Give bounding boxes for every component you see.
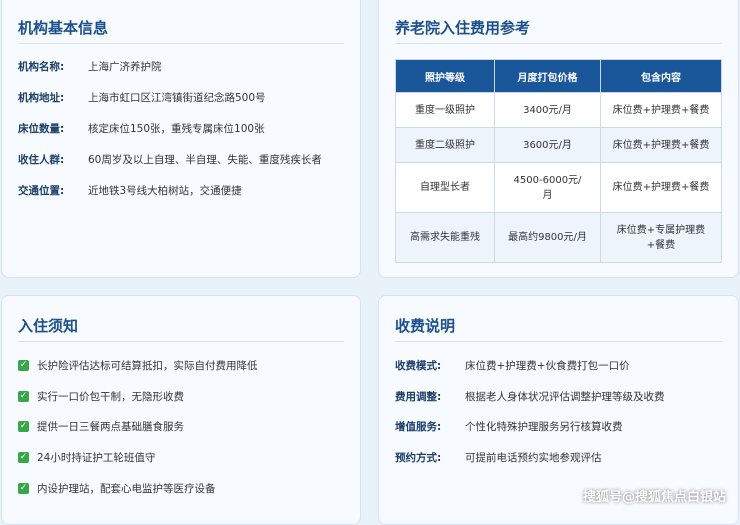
table-cell: 自理型长者 [395, 162, 495, 213]
basic-info-divider [18, 43, 344, 44]
info-value: 60周岁及以上自理、半自理、失能、重度残疾长者 [88, 154, 322, 166]
table-cell: 床位费+护理费+餐费 [600, 127, 722, 163]
info-value: 上海市虹口区江湾镇街道纪念路500号 [88, 92, 266, 104]
info-row-address: 机构地址: 上海市虹口区江湾镇街道纪念路500号 [18, 90, 348, 105]
basic-info-card: 机构基本信息 机构名称: 上海广济养护院 机构地址: 上海市虹口区江湾镇街道纪念… [1, 0, 361, 278]
info-label: 交通位置: [18, 185, 65, 197]
info-value: 床位费+护理费+伙食费打包一口价 [465, 360, 630, 372]
info-label: 机构名称: [18, 61, 65, 73]
admission-notes-divider [18, 341, 344, 342]
list-item-text: 提供一日三餐两点基础膳食服务 [37, 421, 184, 433]
info-label: 收费模式: [395, 360, 442, 372]
checkmark-icon: ✓ [18, 483, 29, 494]
info-label: 费用调整: [395, 391, 442, 403]
info-value: 近地铁3号线大柏树站，交通便捷 [88, 185, 242, 197]
list-item-text: 内设护理站，配套心电监护等医疗设备 [37, 483, 216, 495]
fee-explanation-title: 收费说明 [395, 317, 456, 335]
info-value: 上海广济养护院 [88, 61, 162, 73]
info-value: 核定床位150张，重残专属床位100张 [88, 123, 265, 135]
list-item-text: 实行一口价包干制，无隐形收费 [37, 391, 184, 403]
fee-reference-card: 养老院入住费用参考 照护等级 月度打包价格 包含内容 重度一级照护 3400元/… [378, 0, 739, 278]
fee-table-header: 照护等级 月度打包价格 包含内容 [395, 59, 722, 93]
checkmark-icon: ✓ [18, 452, 29, 463]
table-cell: 最高约9800元/月 [494, 212, 601, 263]
fee-row-booking: 预约方式: 可提前电话预约实地参观评估 [395, 450, 726, 465]
admission-notes-card: 入住须知 ✓ 长护险评估达标可结算抵扣，实际自付费用降低 ✓ 实行一口价包干制，… [1, 295, 361, 525]
info-value: 可提前电话预约实地参观评估 [465, 452, 602, 464]
info-label: 机构地址: [18, 92, 65, 104]
info-label: 增值服务: [395, 421, 442, 433]
fee-reference-divider [395, 43, 722, 44]
fee-reference-title: 养老院入住费用参考 [395, 19, 531, 37]
fee-row-value-added: 增值服务: 个性化特殊护理服务另行核算收费 [395, 419, 726, 434]
info-value: 根据老人身体状况评估调整护理等级及收费 [465, 391, 665, 403]
list-item: ✓ 长护险评估达标可结算抵扣，实际自付费用降低 [18, 358, 258, 373]
list-item: ✓ 提供一日三餐两点基础膳食服务 [18, 419, 184, 434]
column-header-price: 月度打包价格 [494, 59, 601, 93]
list-item-text: 长护险评估达标可结算抵扣，实际自付费用降低 [37, 360, 258, 372]
info-label: 床位数量: [18, 123, 65, 135]
info-row-name: 机构名称: 上海广济养护院 [18, 59, 348, 74]
watermark: 搜狐号@搜狐焦点白银站 [582, 490, 726, 505]
table-cell: 床位费+护理费+餐费 [600, 162, 722, 213]
fee-row-adjustment: 费用调整: 根据老人身体状况评估调整护理等级及收费 [395, 389, 726, 404]
table-cell: 床位费+护理费+餐费 [600, 92, 722, 128]
basic-info-title: 机构基本信息 [18, 19, 109, 37]
info-row-beds: 床位数量: 核定床位150张，重残专属床位100张 [18, 121, 348, 136]
table-cell: 4500-6000元/月 [494, 162, 601, 213]
info-label: 预约方式: [395, 452, 442, 464]
table-cell: 重度一级照护 [395, 92, 495, 128]
table-cell: 3400元/月 [494, 92, 601, 128]
table-cell: 重度二级照护 [395, 127, 495, 163]
info-value: 个性化特殊护理服务另行核算收费 [465, 421, 623, 433]
info-label: 收住人群: [18, 154, 65, 166]
table-row: 高需求失能重残 最高约9800元/月 床位费+专属护理费+餐费 [395, 212, 722, 263]
fee-explanation-divider [395, 341, 722, 342]
checkmark-icon: ✓ [18, 360, 29, 371]
fee-row-mode: 收费模式: 床位费+护理费+伙食费打包一口价 [395, 358, 726, 373]
list-item-text: 24小时持证护工轮班值守 [37, 452, 156, 464]
column-header-content: 包含内容 [600, 59, 722, 93]
column-header-level: 照护等级 [395, 59, 495, 93]
list-item: ✓ 实行一口价包干制，无隐形收费 [18, 389, 184, 404]
table-row: 重度一级照护 3400元/月 床位费+护理费+餐费 [395, 92, 722, 128]
table-cell: 3600元/月 [494, 127, 601, 163]
list-item: ✓ 内设护理站，配套心电监护等医疗设备 [18, 481, 216, 496]
info-row-residents: 收住人群: 60周岁及以上自理、半自理、失能、重度残疾长者 [18, 152, 348, 167]
table-cell: 床位费+专属护理费+餐费 [600, 212, 722, 263]
table-row: 自理型长者 4500-6000元/月 床位费+护理费+餐费 [395, 162, 722, 213]
checkmark-icon: ✓ [18, 391, 29, 402]
table-cell: 高需求失能重残 [395, 212, 495, 263]
table-row: 重度二级照护 3600元/月 床位费+护理费+餐费 [395, 127, 722, 163]
info-row-transport: 交通位置: 近地铁3号线大柏树站，交通便捷 [18, 183, 348, 198]
checkmark-icon: ✓ [18, 421, 29, 432]
fee-table: 照护等级 月度打包价格 包含内容 重度一级照护 3400元/月 床位费+护理费+… [395, 59, 722, 263]
list-item: ✓ 24小时持证护工轮班值守 [18, 450, 155, 465]
admission-notes-title: 入住须知 [18, 317, 79, 335]
